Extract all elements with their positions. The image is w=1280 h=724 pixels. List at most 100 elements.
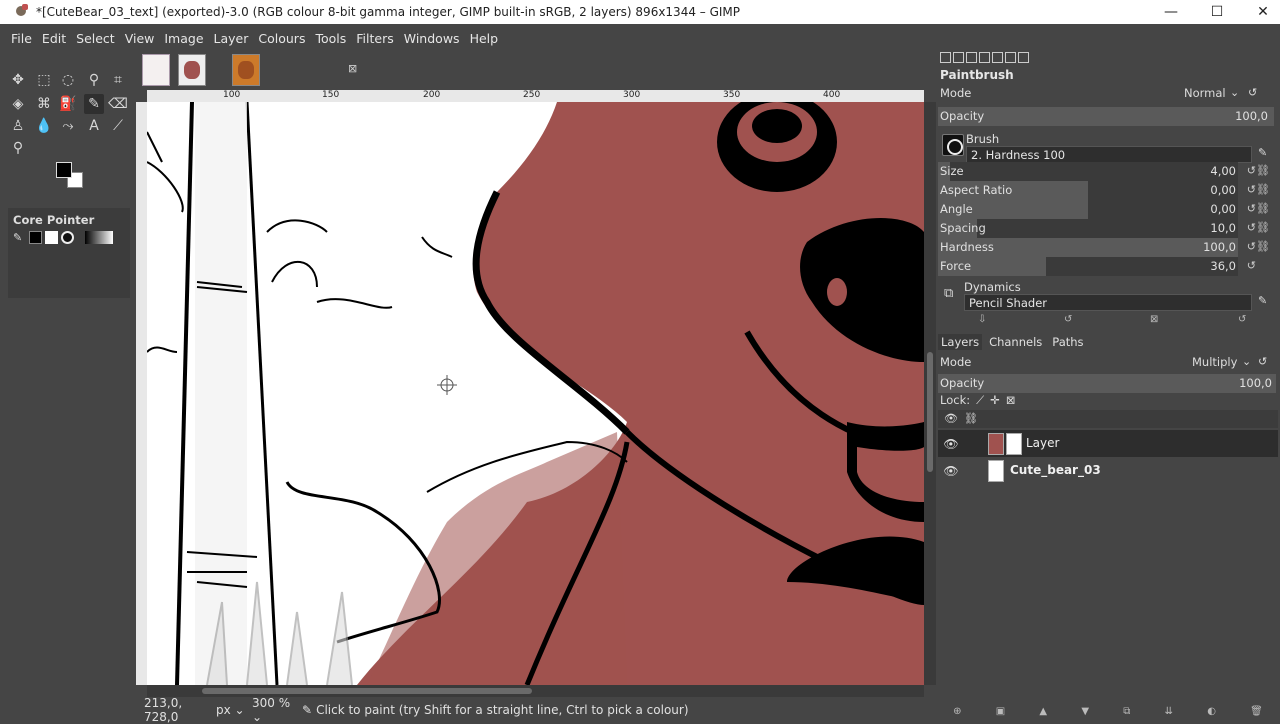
lock-alpha-icon[interactable]: ⊠ — [1006, 393, 1016, 408]
layer-mode-row[interactable]: Mode Multiply ⌄ ↺ — [938, 353, 1274, 372]
eraser-icon[interactable]: ⌫ — [108, 94, 128, 114]
vertical-ruler[interactable] — [136, 102, 147, 685]
menu-colours[interactable]: Colours — [253, 31, 310, 46]
horizontal-ruler[interactable]: 100 150 200 250 300 350 400 — [147, 90, 924, 102]
menu-tools[interactable]: Tools — [310, 31, 351, 46]
reset-force-icon[interactable]: ↺ — [1247, 259, 1256, 272]
rect-select-icon[interactable]: ⬚ — [34, 70, 54, 90]
clone-icon[interactable]: ♙ — [8, 116, 28, 136]
lock-pixels-icon[interactable]: ⟋ — [976, 393, 984, 408]
color-picker-icon[interactable]: ⟋ — [108, 116, 128, 136]
unified-transform-icon[interactable]: ◈ — [8, 94, 28, 114]
save-options-icon[interactable]: ⇩ — [978, 314, 986, 325]
lock-position-icon[interactable]: ✛ — [990, 393, 1000, 408]
link-angle-icon[interactable]: ⛓ — [1256, 202, 1270, 215]
delete-layer-icon[interactable]: 🗑 — [1250, 706, 1263, 720]
paths-icon[interactable]: ⤳ — [58, 116, 78, 136]
mask-layer-icon[interactable]: ◐ — [1207, 706, 1216, 720]
eye-icon[interactable]: 👁 — [938, 437, 964, 451]
force-row[interactable]: Force 36,0 ↺ — [938, 257, 1274, 276]
restore-options-icon[interactable]: ↺ — [1064, 314, 1072, 325]
move-tool-icon[interactable]: ✥ — [8, 70, 28, 90]
fuzzy-select-icon[interactable]: ⚲ — [84, 70, 104, 90]
menu-select[interactable]: Select — [71, 31, 120, 46]
reset-aspect-icon[interactable]: ↺ — [1247, 183, 1256, 196]
size-row[interactable]: Size 4,00 ↺ ⛓ — [938, 162, 1274, 181]
layer-opacity-slider-fill[interactable] — [938, 374, 1276, 393]
dynamics-selector[interactable]: ⧉ Dynamics Pencil Shader ✎ — [938, 278, 1274, 312]
size-value[interactable]: 4,00 — [1210, 164, 1236, 178]
text-tool-icon[interactable]: A — [84, 116, 104, 136]
tab-paths[interactable]: Paths — [1049, 334, 1086, 350]
edit-dynamics-icon[interactable]: ✎ — [1258, 294, 1267, 307]
menu-layer[interactable]: Layer — [209, 31, 254, 46]
mode-row[interactable]: Mode Normal ⌄ ↺ — [938, 84, 1274, 103]
layer-row[interactable]: 👁 Layer — [938, 430, 1278, 457]
delete-options-icon[interactable]: ⊠ — [1150, 314, 1158, 325]
aspect-row[interactable]: Aspect Ratio 0,00 ↺ ⛓ — [938, 181, 1274, 200]
layer-mode-dropdown[interactable]: Multiply — [1192, 355, 1237, 369]
menu-view[interactable]: View — [120, 31, 160, 46]
mode-chevron-icon[interactable]: ⌄ — [1230, 86, 1239, 99]
mode-dropdown[interactable]: Normal — [1184, 86, 1226, 100]
reset-angle-icon[interactable]: ↺ — [1247, 202, 1256, 215]
reset-size-icon[interactable]: ↺ — [1247, 164, 1256, 177]
opacity-row[interactable]: Opacity 100,0 — [938, 107, 1274, 126]
crop-icon[interactable]: ⌗ — [108, 70, 128, 90]
dock-tab-icons[interactable] — [940, 52, 1029, 66]
link-size-icon[interactable]: ⛓ — [1256, 164, 1270, 177]
hardness-row[interactable]: Hardness 100,0 ↺ ⛓ — [938, 238, 1274, 257]
reset-mode-icon[interactable]: ↺ — [1248, 86, 1257, 99]
dynamics-icon[interactable]: ⧉ — [944, 286, 953, 301]
opacity-value[interactable]: 100,0 — [1235, 109, 1268, 123]
zoom-icon[interactable]: ⚲ — [8, 138, 28, 158]
new-group-icon[interactable]: ▣ — [996, 706, 1005, 720]
vertical-scrollbar[interactable] — [924, 102, 936, 685]
layer-name[interactable]: Cute_bear_03 — [1010, 463, 1101, 477]
close-button[interactable]: ✕ — [1240, 0, 1280, 24]
brush-name-field[interactable]: 2. Hardness 100 — [966, 146, 1252, 163]
zoom-selector[interactable]: 300 % ⌄ — [252, 696, 302, 724]
menu-help[interactable]: Help — [465, 31, 504, 46]
reset-options-icon[interactable]: ↺ — [1238, 314, 1246, 325]
raise-layer-icon[interactable]: ▲ — [1039, 706, 1047, 720]
eye-icon[interactable]: 👁 — [938, 464, 964, 478]
hardness-value[interactable]: 100,0 — [1203, 240, 1236, 254]
opacity-slider-fill[interactable] — [938, 107, 1274, 126]
image-tab-3[interactable] — [232, 54, 260, 86]
maximize-button[interactable]: ☐ — [1194, 0, 1240, 24]
layer-opacity-value[interactable]: 100,0 — [1239, 376, 1272, 390]
menu-windows[interactable]: Windows — [399, 31, 465, 46]
aspect-value[interactable]: 0,00 — [1210, 183, 1236, 197]
minimize-button[interactable]: — — [1148, 0, 1194, 24]
brush-preview-icon[interactable] — [942, 134, 964, 156]
menu-image[interactable]: Image — [159, 31, 208, 46]
menu-file[interactable]: File — [6, 31, 37, 46]
spacing-value[interactable]: 10,0 — [1210, 221, 1236, 235]
fg-bg-colors[interactable] — [56, 162, 86, 190]
new-layer-icon[interactable]: ⊕ — [953, 706, 961, 720]
merge-layer-icon[interactable]: ⇊ — [1165, 706, 1173, 720]
reset-spacing-icon[interactable]: ↺ — [1247, 221, 1256, 234]
layer-opacity-row[interactable]: Opacity 100,0 — [938, 374, 1276, 393]
unit-selector[interactable]: px ⌄ — [216, 703, 252, 717]
lasso-icon[interactable]: ◌ — [58, 70, 78, 90]
layer-row[interactable]: 👁 Cute_bear_03 — [938, 457, 1278, 484]
smudge-icon[interactable]: 💧 — [34, 116, 54, 136]
menu-edit[interactable]: Edit — [37, 31, 71, 46]
close-tab-icon[interactable]: ⊠ — [348, 62, 357, 75]
menu-filters[interactable]: Filters — [351, 31, 398, 46]
tab-layers[interactable]: Layers — [938, 334, 983, 350]
link-aspect-icon[interactable]: ⛓ — [1256, 183, 1270, 196]
dynamics-name-field[interactable]: Pencil Shader — [964, 294, 1252, 311]
image-tab-1[interactable] — [142, 54, 170, 86]
force-value[interactable]: 36,0 — [1210, 259, 1236, 273]
edit-brush-icon[interactable]: ✎ — [1258, 146, 1267, 159]
layer-name[interactable]: Layer — [1026, 436, 1059, 450]
paintbrush-icon[interactable]: ✎ — [84, 94, 104, 114]
image-tab-2[interactable] — [178, 54, 206, 86]
link-spacing-icon[interactable]: ⛓ — [1256, 221, 1270, 234]
layer-mode-chevron-icon[interactable]: ⌄ — [1242, 355, 1251, 368]
warp-transform-icon[interactable]: ⌘ — [34, 94, 54, 114]
bucket-fill-icon[interactable]: ⛽ — [58, 94, 78, 114]
